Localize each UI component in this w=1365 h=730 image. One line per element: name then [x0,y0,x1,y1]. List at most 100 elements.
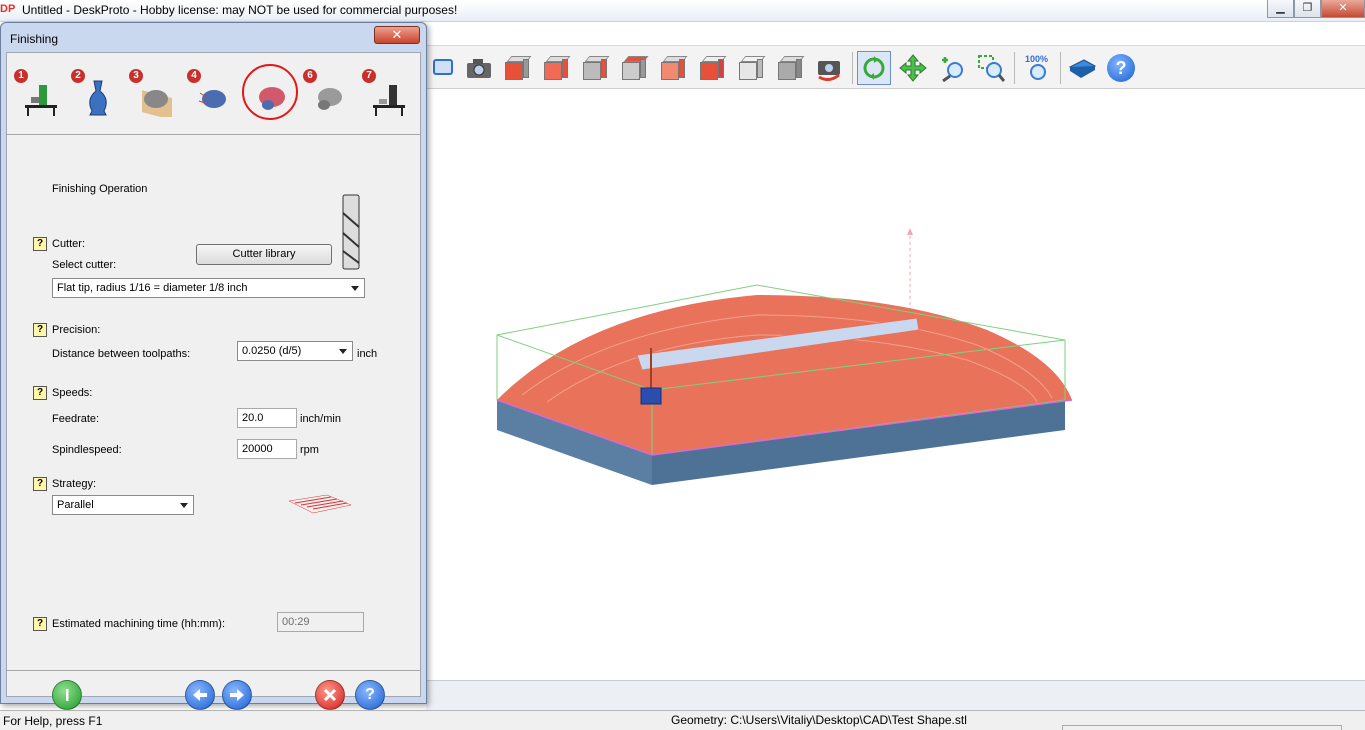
status-help-text: For Help, press F1 [3,714,103,728]
view-back-icon[interactable] [539,51,573,85]
view-left-icon[interactable] [578,51,612,85]
view-bottom-icon[interactable] [695,51,729,85]
step-machine-setup[interactable]: 1 [9,63,61,123]
section-title: Finishing Operation [52,183,148,195]
estimated-time-value: 00:29 [277,612,364,632]
spindlespeed-input[interactable]: 20000 [237,439,297,459]
cutter-library-button[interactable]: Cutter library [196,244,332,265]
step-finishing[interactable] [240,63,298,123]
machine-output-icon [373,85,405,116]
milling-machine-icon [25,85,57,116]
feedrate-label: Feedrate: [52,413,100,425]
close-icon [323,688,337,702]
cutter-help-button[interactable]: ? [33,237,47,251]
distance-unit: inch [357,348,378,360]
spindlespeed-label: Spindlespeed: [52,444,122,456]
zoom-window-icon[interactable] [974,51,1008,85]
cutter-end-mill-icon [342,194,360,270]
vase-icon [89,80,107,116]
strategy-help-button[interactable]: ? [33,477,47,491]
distance-label: Distance between toolpaths: [52,348,191,360]
camera-reset-icon[interactable] [812,51,846,85]
next-button[interactable] [222,680,252,710]
dialog-help-button[interactable]: ? [355,680,385,710]
power-icon [66,689,69,701]
status-cell [1062,725,1342,730]
status-bar: For Help, press F1 Geometry: C:\Users\Vi… [0,710,1365,730]
close-window-button[interactable]: ✕ [1321,0,1365,18]
step-roughing-2[interactable]: 4 [182,63,234,123]
zoom-icon[interactable] [935,51,969,85]
cancel-button[interactable] [315,680,345,710]
dialog-title: Finishing [10,32,59,46]
view-iso-icon[interactable] [734,51,768,85]
step-roughing[interactable]: 3 [124,63,176,123]
help-icon[interactable]: ? [1104,51,1138,85]
view-toolbar: 100% ? [426,45,1365,89]
status-geometry-path: Geometry: C:\Users\Vitaliy\Desktop\CAD\T… [671,713,967,727]
distance-select[interactable]: 0.0250 (d/5) [237,341,353,361]
dialog-body: 1 2 3 4 6 7 Finishing Operation ? Cutter… [6,52,421,710]
view-solid-icon[interactable] [773,51,807,85]
finishing-dialog: Finishing ✕ 1 2 3 4 6 7 Finishing Operat… [0,22,427,710]
cutter-select[interactable]: Flat tip, radius 1/16 = diameter 1/8 inc… [52,278,365,298]
maximize-button[interactable]: ❐ [1294,0,1321,18]
chevron-down-icon [180,503,188,508]
precision-help-button[interactable]: ? [33,323,47,337]
main-title-bar: DP Untitled - DeskProto - Hobby license:… [0,0,1365,22]
select-cutter-label: Select cutter: [52,259,117,271]
step-machine-output[interactable]: 7 [357,63,409,123]
camera-icon[interactable] [462,51,496,85]
window-controls: ▁ ❐ ✕ [1267,0,1365,18]
wizard-steps: 1 2 3 4 6 7 [7,53,420,135]
cutter-select-value: Flat tip, radius 1/16 = diameter 1/8 inc… [57,282,248,294]
cutter-label: Cutter: [52,238,86,250]
step-post-finishing[interactable]: 6 [298,63,350,123]
distance-select-value: 0.0250 (d/5) [242,345,302,357]
speeds-help-button[interactable]: ? [33,386,47,400]
3d-viewport[interactable] [426,90,1365,680]
help-glyph: ? [365,686,375,703]
finished-part-icon [318,88,342,110]
screen-icon[interactable] [426,51,460,85]
spindlespeed-unit: rpm [300,444,319,456]
minimize-button[interactable]: ▁ [1267,0,1294,18]
view-front-icon[interactable] [500,51,534,85]
estimate-help-button[interactable]: ? [33,617,47,631]
zoom-100-icon[interactable]: 100% [1021,51,1055,85]
help-glyph: ? [1107,54,1135,82]
arrow-left-icon [193,689,207,701]
view-top-icon[interactable] [656,51,690,85]
precision-label: Precision: [52,324,101,336]
roughing-part-icon [142,90,172,117]
deskproto-logo-icon: DP [0,3,16,15]
previous-button[interactable] [185,680,215,710]
rotate-icon[interactable] [857,51,891,85]
parallel-strategy-icon [288,494,352,514]
step-part-geometry[interactable]: 2 [66,63,118,123]
cutter-tool-icon [640,387,662,405]
manual-icon[interactable] [1065,51,1099,85]
strategy-select-value: Parallel [57,499,94,511]
strategy-label: Strategy: [52,478,97,490]
window-title: Untitled - DeskProto - Hobby license: ma… [22,3,458,17]
arrow-right-icon [230,689,244,701]
divider [7,670,420,671]
chevron-down-icon [339,349,347,354]
finishing-part-icon [259,87,285,110]
3d-model-view [496,228,1073,485]
strategy-select[interactable]: Parallel [52,495,194,515]
dialog-close-button[interactable]: ✕ [374,26,420,44]
view-right-icon[interactable] [617,51,651,85]
feedrate-input[interactable]: 20.0 [237,408,297,428]
z-axis-arrow [907,228,913,235]
estimated-time-label: Estimated machining time (hh:mm): [52,618,225,630]
zoom-100-label: 100% [1025,54,1048,64]
speeds-label: Speeds: [52,387,93,399]
roughing-part-blue-icon [198,90,226,108]
pan-icon[interactable] [896,51,930,85]
bottom-panel [426,680,1365,710]
feedrate-unit: inch/min [300,413,341,425]
chevron-down-icon [351,286,359,291]
finish-button[interactable] [52,680,82,710]
